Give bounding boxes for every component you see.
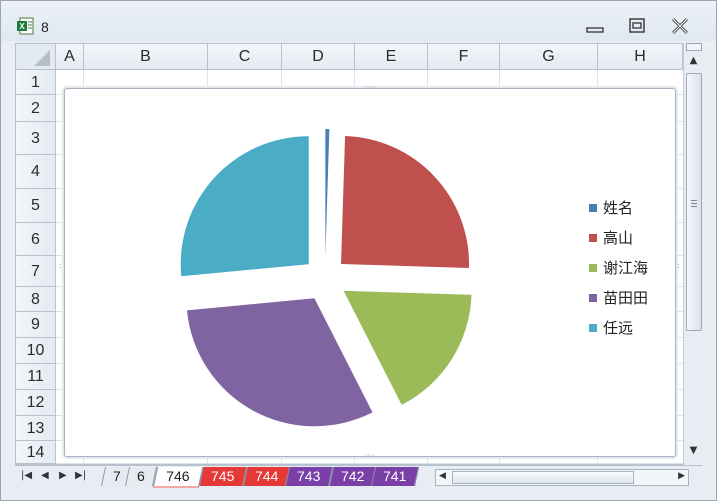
select-all-corner[interactable] bbox=[16, 44, 56, 70]
close-button[interactable] bbox=[666, 15, 694, 37]
row-header[interactable]: 9 bbox=[16, 312, 56, 338]
pie-slice[interactable] bbox=[180, 136, 309, 277]
excel-window: X 8 ABCDEFGH 1 2 3 4 5 6 7 8 9 10 11 12 13 14 姓名 高山 谢江海… bbox=[0, 0, 717, 501]
sheet-tab[interactable]: 741 bbox=[370, 467, 420, 486]
legend-swatch bbox=[589, 293, 597, 302]
last-sheet-button[interactable]: ▶| bbox=[75, 470, 86, 481]
legend-swatch bbox=[589, 203, 597, 212]
sheet-tab[interactable]: 6 bbox=[124, 467, 158, 486]
chart-resize-handle-right[interactable]: : bbox=[677, 262, 681, 272]
sheet-tab[interactable]: 745 bbox=[198, 467, 248, 486]
column-header[interactable]: C bbox=[208, 44, 282, 70]
legend-label: 谢江海 bbox=[603, 259, 649, 277]
row-header[interactable]: 8 bbox=[16, 287, 56, 312]
legend-item[interactable]: 谢江海 bbox=[589, 257, 648, 278]
row-header[interactable]: 5 bbox=[16, 189, 56, 223]
pie-slice[interactable] bbox=[186, 298, 373, 427]
sheet-tab[interactable]: 743 bbox=[284, 467, 334, 486]
column-header[interactable]: D bbox=[282, 44, 355, 70]
first-sheet-button[interactable]: |◀ bbox=[21, 470, 32, 481]
chart-resize-handle-bottom[interactable]: ···· bbox=[365, 452, 375, 460]
pie-chart[interactable]: 姓名高山谢江海苗田田任远 ···· ···· : : bbox=[59, 84, 680, 460]
row-header[interactable]: 13 bbox=[16, 416, 56, 441]
row-header[interactable]: 4 bbox=[16, 155, 56, 189]
pie-slice[interactable] bbox=[343, 290, 472, 405]
triangle-down-icon: ▼ bbox=[689, 445, 698, 456]
legend-label: 高山 bbox=[603, 229, 634, 247]
pie-slice[interactable] bbox=[325, 129, 330, 258]
split-box[interactable] bbox=[686, 43, 702, 51]
row-header[interactable]: 11 bbox=[16, 364, 56, 390]
row-header[interactable]: 10 bbox=[16, 338, 56, 364]
minimize-icon bbox=[586, 27, 604, 33]
legend-item[interactable]: 姓名 bbox=[589, 197, 633, 218]
row-header[interactable]: 12 bbox=[16, 390, 56, 416]
row-header[interactable]: 1 bbox=[16, 70, 56, 95]
sheet-tab[interactable]: 746 bbox=[152, 467, 204, 488]
minimize-button[interactable] bbox=[581, 15, 609, 37]
column-header[interactable]: H bbox=[598, 44, 683, 70]
legend-swatch bbox=[589, 263, 597, 272]
column-header[interactable]: E bbox=[355, 44, 428, 70]
row-header[interactable]: 3 bbox=[16, 122, 56, 155]
legend-item[interactable]: 任远 bbox=[589, 317, 633, 338]
restore-icon bbox=[629, 18, 645, 33]
row-header[interactable]: 6 bbox=[16, 223, 56, 256]
pie-plot bbox=[180, 129, 472, 427]
column-header[interactable]: G bbox=[500, 44, 598, 70]
close-icon bbox=[671, 17, 689, 35]
chart-resize-handle-left[interactable]: : bbox=[59, 262, 63, 272]
column-header[interactable]: A bbox=[56, 44, 84, 70]
svg-text:X: X bbox=[19, 22, 25, 31]
legend-label: 任远 bbox=[603, 319, 634, 337]
next-sheet-button[interactable]: ▶ bbox=[59, 470, 67, 481]
row-header[interactable]: 14 bbox=[16, 441, 56, 464]
legend-label: 姓名 bbox=[603, 199, 634, 217]
row-header[interactable]: 7 bbox=[16, 256, 56, 287]
horizontal-scrollbar[interactable]: ◀ ▶ bbox=[435, 469, 689, 486]
legend-item[interactable]: 高山 bbox=[589, 227, 633, 248]
column-header[interactable]: B bbox=[84, 44, 208, 70]
sheet-tab[interactable]: 744 bbox=[242, 467, 292, 486]
scroll-left-button[interactable]: ◀ bbox=[439, 471, 446, 481]
h-scroll-thumb[interactable] bbox=[452, 471, 634, 484]
legend-label: 苗田田 bbox=[603, 289, 649, 307]
title-bar: X 8 bbox=[1, 1, 716, 41]
prev-sheet-button[interactable]: ◀ bbox=[41, 470, 49, 481]
scroll-up-button[interactable]: ▲ bbox=[686, 55, 701, 71]
window-title: 8 bbox=[41, 19, 49, 35]
chart-resize-handle-top[interactable]: ···· bbox=[365, 84, 375, 92]
scroll-right-button[interactable]: ▶ bbox=[678, 471, 685, 481]
vertical-scrollbar[interactable]: ▲ ▼ bbox=[683, 43, 703, 463]
sheet-tab[interactable]: 742 bbox=[328, 467, 378, 486]
worksheet-grid[interactable]: ABCDEFGH 1 2 3 4 5 6 7 8 9 10 11 12 13 14 姓名 高山 谢江海 苗田田任… bbox=[15, 43, 684, 465]
pie-slice[interactable] bbox=[341, 136, 470, 268]
scroll-thumb[interactable] bbox=[686, 73, 702, 331]
triangle-up-icon: ▲ bbox=[689, 55, 698, 66]
row-header[interactable]: 2 bbox=[16, 95, 56, 122]
legend-swatch bbox=[589, 323, 597, 332]
column-header[interactable]: F bbox=[428, 44, 500, 70]
scroll-down-button[interactable]: ▼ bbox=[686, 445, 701, 461]
legend-swatch bbox=[589, 233, 597, 242]
restore-button[interactable] bbox=[623, 15, 651, 37]
sheet-tab-bar: |◀ ◀ ▶ ▶| 7 6 746 745 744 743 742 741 ◀ ▶ bbox=[15, 465, 702, 488]
excel-icon: X bbox=[17, 17, 34, 35]
legend-item[interactable]: 苗田田 bbox=[589, 287, 648, 308]
